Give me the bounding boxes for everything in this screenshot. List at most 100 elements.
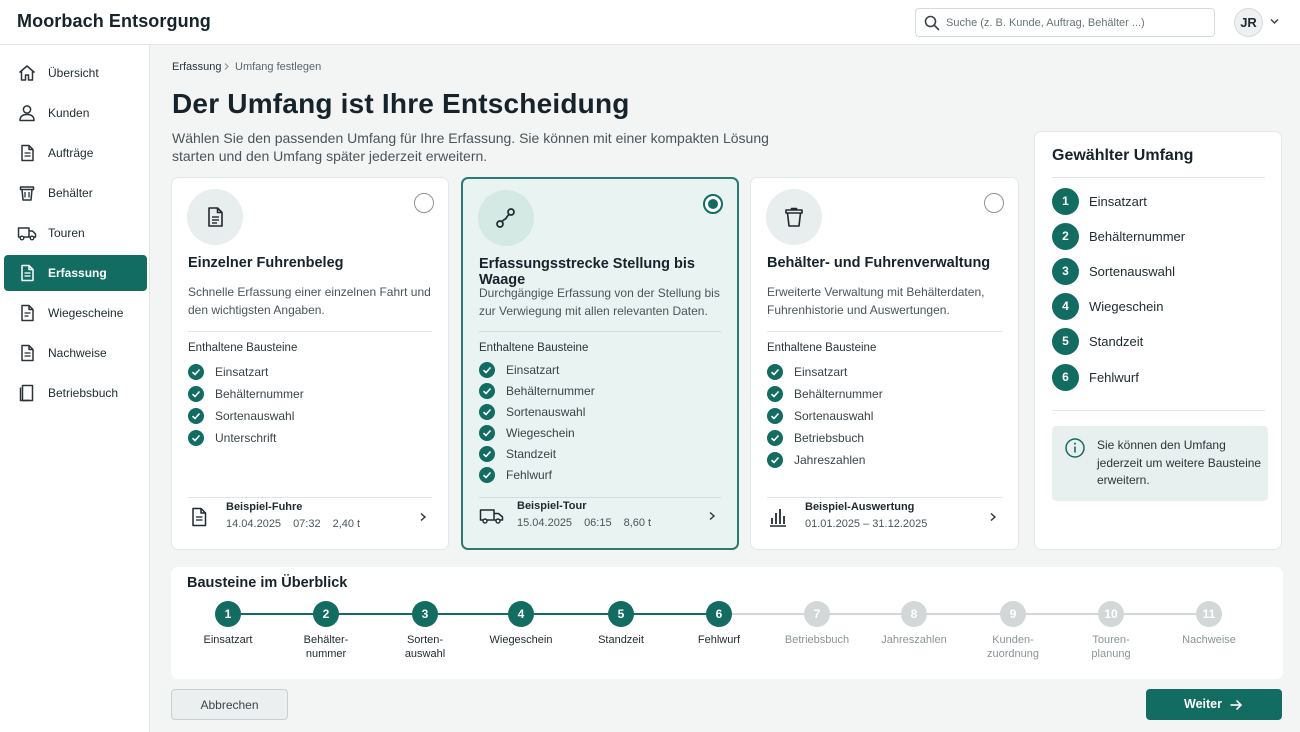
cancel-button[interactable]: Abbrechen [171,689,288,720]
next-button[interactable]: Weiter [1146,689,1282,720]
divider [1052,177,1265,178]
sidebar-item-behaelter[interactable]: Behälter [4,175,147,211]
overview-connector [621,613,719,615]
sidebar-item-auftraege[interactable]: Aufträge [4,135,147,171]
overview-connector [817,613,914,615]
scope-card-erfassungsstrecke[interactable]: Erfassungsstrecke Stellung bis Waage Dur… [461,177,739,550]
scope-radio[interactable] [703,194,723,214]
search-input[interactable] [946,13,1208,33]
overview-step-11: 11 [1196,601,1222,627]
sidebar-item-uebersicht[interactable]: Übersicht [4,55,147,91]
home-icon [19,65,35,81]
check-icon [479,383,495,399]
breadcrumb-parent[interactable]: Erfassung [172,61,222,73]
sidebar-item-betriebsbuch[interactable]: Betriebsbuch [4,375,147,411]
check-icon [767,408,783,424]
book-icon [19,384,34,402]
sidebar-item-label: Erfassung [48,266,107,280]
check-icon [479,467,495,483]
selected-scope-panel: Gewählter Umfang 1 Einsatzart 2 Behälternu… [1034,131,1282,550]
example-link[interactable]: Beispiel-Fuhre 14.04.2025 07:32 2,40 t [188,497,432,537]
chevron-right-icon [709,511,716,521]
bar-chart-icon [770,509,786,527]
overview-step-6: 6 [706,601,732,627]
overview-connector [425,613,521,615]
check-icon [767,386,783,402]
divider [479,331,721,332]
truck-icon [17,227,37,241]
bin-icon [785,207,803,227]
check-icon [188,386,204,402]
sidebar-item-label: Nachweise [48,346,107,360]
overview-step-1: 1 [215,601,241,627]
sidebar-item-erfassung[interactable]: Erfassung [4,255,147,291]
sidebar-item-label: Kunden [48,106,90,120]
overview-connector [914,613,1013,615]
divider [1052,410,1265,411]
overview-step-7: 7 [804,601,830,627]
certificate-icon [21,344,34,362]
check-icon [767,364,783,380]
overview-step-4: 4 [508,601,534,627]
includes-label: Enthaltene Bausteine [767,342,877,354]
example-link[interactable]: Beispiel-Tour 15.04.2025 06:15 8,60 t [479,496,721,536]
building-blocks-overview: Bausteine im Überblick 1 Einsatzart 2 Behäl… [171,567,1283,679]
overview-step-label: Kunden- zuordnung [987,634,1039,660]
check-icon [188,430,204,446]
sidebar-item-nachweise[interactable]: Nachweise [4,335,147,371]
page-title: Der Umfang ist Ihre Entscheidung [172,88,630,119]
arrow-right-icon [1230,699,1243,711]
overview-step-label: Touren- planung [1091,634,1131,660]
avatar[interactable]: JR [1234,8,1263,37]
overview-step-label: Sorten- auswahl [404,634,446,660]
overview-step-label: Jahreszahlen [881,634,947,646]
overview-step-2: 2 [313,601,339,627]
sidebar-item-label: Übersicht [48,66,99,80]
check-icon [479,404,495,420]
summary-title: Gewählter Umfang [1052,147,1194,164]
overview-step-label: Einsatzart [203,634,253,646]
example-meta: 14.04.2025 07:32 2,40 t [226,518,361,530]
sidebar-item-label: Aufträge [48,146,94,160]
overview-step-label: Betriebsbuch [784,634,850,646]
overview-connector [228,613,326,615]
example-meta: 15.04.2025 06:15 8,60 t [517,517,652,529]
check-icon [479,425,495,441]
chevron-down-icon[interactable] [1269,16,1280,27]
search-icon [924,15,940,31]
overview-step-label: Fehlwurf [697,634,741,646]
chevron-right-icon [224,63,229,70]
info-icon [1065,438,1085,458]
example-title: Beispiel-Fuhre [226,501,303,513]
overview-connector [1111,613,1209,615]
overview-step-3: 3 [412,601,438,627]
overview-connector [326,613,425,615]
sidebar-item-touren[interactable]: Touren [4,215,147,251]
sidebar-item-wiegescheine[interactable]: Wiegescheine [4,295,147,331]
scope-card-behaelter-fuhrenverwaltung[interactable]: Behälter- und Fuhrenverwaltung Erweitert… [750,177,1019,550]
check-icon [479,362,495,378]
scope-radio[interactable] [984,193,1004,213]
card-description: Schnelle Erfassung einer einzelnen Fahrt… [188,285,431,317]
sidebar-item-kunden[interactable]: Kunden [4,95,147,131]
card-title: Behälter- und Fuhrenverwaltung [767,255,991,271]
user-icon [19,105,35,122]
overview-step-8: 8 [901,601,927,627]
document-icon [21,144,34,162]
scope-radio[interactable] [414,193,434,213]
includes-label: Enthaltene Bausteine [188,342,298,354]
example-link[interactable]: Beispiel-Auswertung 01.01.2025 – 31.12.2… [767,497,1002,537]
overview-connector [1013,613,1111,615]
scope-card-einzelner-fuhrenbeleg[interactable]: Einzelner Fuhrenbeleg Schnelle Erfassung… [171,177,449,550]
includes-label: Enthaltene Bausteine [479,342,589,354]
overview-step-label: Wiegeschein [489,634,553,646]
check-icon [479,446,495,462]
card-description: Erweiterte Verwaltung mit Behälterdaten,… [767,285,985,317]
search-box[interactable] [915,8,1215,37]
sidebar-item-label: Behälter [48,186,93,200]
example-title: Beispiel-Tour [517,500,587,512]
document-icon [208,207,223,227]
card-icon [478,190,534,246]
receipt-icon [21,304,34,322]
info-text: Sie können den Umfang jederzeit um weite… [1097,438,1262,487]
